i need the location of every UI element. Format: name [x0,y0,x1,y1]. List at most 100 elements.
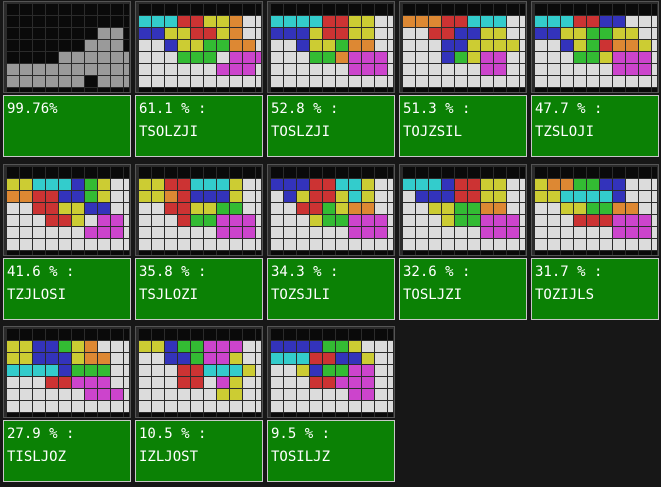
board-cell [85,227,97,238]
board-cell [139,413,151,417]
board-cell [271,64,283,75]
board-cell [442,16,454,27]
board-cell [535,88,547,92]
result-card[interactable]: 32.6 % : TOSLJZI [399,164,527,320]
board-cell [217,341,229,352]
board-cell [600,191,612,202]
result-card[interactable]: 41.6 % : TZJLOSI [3,164,131,320]
result-card[interactable]: 52.8 % : TOSLZJI [267,1,395,157]
board-cell [626,215,638,226]
result-card[interactable]: 51.3 % : TOJZSIL [399,1,527,157]
board-cell [204,353,216,364]
board-cell [33,215,45,226]
board-cell [217,179,229,190]
result-card[interactable]: 34.3 % : TOZSJLI [267,164,395,320]
board-cell [217,167,229,178]
board-cell [297,16,309,27]
board-cell [46,365,58,376]
board-cell [256,389,261,400]
board-cell [124,16,129,27]
board-cell [323,179,335,190]
result-card[interactable]: 99.76% [3,1,131,157]
board-cell [468,179,480,190]
board-cell [217,203,229,214]
board-cell [85,64,97,75]
board-cell [59,203,71,214]
result-card[interactable]: 9.5 % : TOSILJZ [267,326,395,482]
board-cell [139,64,151,75]
board-cell [507,227,519,238]
board-cell [297,365,309,376]
result-card[interactable]: 10.5 % : IZLJOST [135,326,263,482]
board-cell [124,365,129,376]
board-cell [191,40,203,51]
board-cell [520,227,525,238]
result-card[interactable]: 47.7 % : TZSLOJI [531,1,659,157]
board-cell [178,251,190,255]
board-cell [33,203,45,214]
board-grid [403,167,525,255]
board-cell [561,203,573,214]
board-cell [494,167,506,178]
board-cell [191,389,203,400]
board-cell [548,52,560,63]
board-cell [72,64,84,75]
board-cell [548,28,560,39]
board-cell [139,16,151,27]
board-cell [284,251,296,255]
board-cell [507,52,519,63]
board-cell [217,389,229,400]
board-cell [178,64,190,75]
result-card[interactable]: 31.7 % : TOZIJLS [531,164,659,320]
board-cell [98,353,110,364]
board-cell [111,28,123,39]
board-cell [468,40,480,51]
board-cell [217,353,229,364]
board-cell [375,365,387,376]
board-cell [72,365,84,376]
board-cell [178,239,190,250]
board-cell [230,88,242,92]
board-cell [349,4,361,15]
board-cell [297,377,309,388]
board-cell [204,4,216,15]
board-cell [403,16,415,27]
board-cell [481,76,493,87]
board-cell [652,251,657,255]
board-cell [403,28,415,39]
board-cell [98,239,110,250]
board-cell [481,203,493,214]
board-cell [613,203,625,214]
board-cell [243,76,255,87]
result-label: 10.5 % : IZLJOST [135,420,263,482]
board-cell [243,64,255,75]
board-cell [98,179,110,190]
board-cell [652,203,657,214]
board-cell [217,76,229,87]
board-cell [416,179,428,190]
board-cell [98,28,110,39]
board-cell [204,215,216,226]
board-cell [587,191,599,202]
board-cell [494,179,506,190]
board-cell [587,179,599,190]
board-cell [85,88,97,92]
result-card[interactable]: 35.8 % : TSJLOZI [135,164,263,320]
board-cell [403,40,415,51]
board-cell [152,215,164,226]
board-cell [520,167,525,178]
board-cell [59,227,71,238]
board-cell [271,227,283,238]
board-cell [124,341,129,352]
board-cell [284,64,296,75]
board-cell [388,76,393,87]
board-cell [191,251,203,255]
board-cell [243,389,255,400]
result-card[interactable]: 27.9 % : TISLJOZ [3,326,131,482]
board-cell [468,88,480,92]
result-card[interactable]: 61.1 % : TSOLZJI [135,1,263,157]
board-cell [59,353,71,364]
board-cell [124,215,129,226]
board-cell [139,76,151,87]
board-grid [139,4,261,92]
